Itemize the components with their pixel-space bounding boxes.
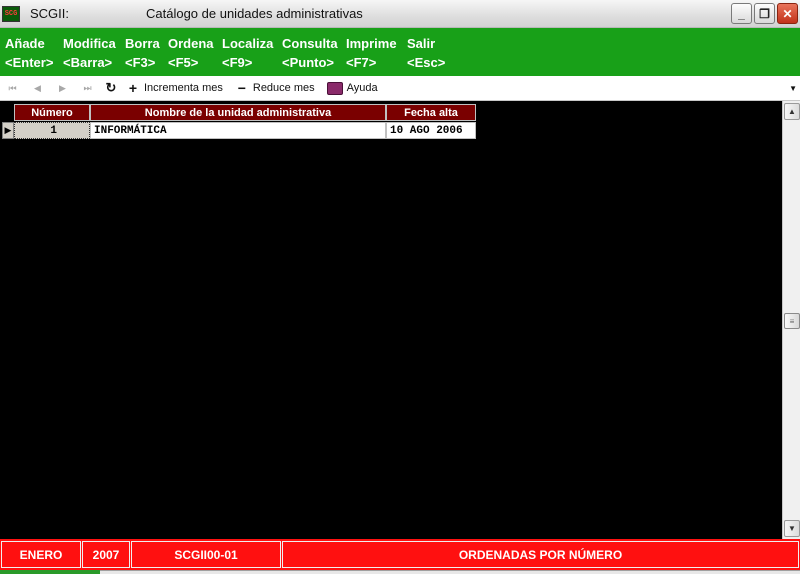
menu-label: Ordena <box>168 36 214 51</box>
menu-label: Borra <box>125 36 160 51</box>
window-controls: _ ❐ ✕ <box>731 3 798 24</box>
menu-key: <F5> <box>168 55 199 70</box>
menu-label: Consulta <box>282 36 338 51</box>
plus-icon[interactable]: + <box>126 80 140 96</box>
menu-label: Salir <box>407 36 436 51</box>
help-button[interactable]: Ayuda <box>347 82 378 94</box>
column-header-numero[interactable]: Número <box>14 104 90 121</box>
scroll-down-icon[interactable]: ▼ <box>784 520 800 537</box>
next-record-icon[interactable]: ▶ <box>50 83 75 94</box>
status-code: SCGII00-01 <box>131 541 281 568</box>
minus-icon[interactable]: − <box>235 80 249 96</box>
menu-salir[interactable]: Salir <Esc> <box>407 34 445 72</box>
menu-key: <F9> <box>222 55 253 70</box>
status-order: ORDENADAS POR NÚMERO <box>282 541 799 568</box>
menu-label: Añade <box>5 36 45 51</box>
app-name: SCGII: <box>30 6 70 21</box>
menu-modifica[interactable]: Modifica <Barra> <box>63 34 116 72</box>
menu-ordena[interactable]: Ordena <F5> <box>168 34 214 72</box>
menu-anade[interactable]: Añade <Enter> <box>5 34 53 72</box>
reduce-month-button[interactable]: Reduce mes <box>253 82 315 94</box>
minimize-button[interactable]: _ <box>731 3 752 24</box>
toolbar-dropdown-icon[interactable]: ▼ <box>789 84 797 93</box>
refresh-icon[interactable]: ↻ <box>100 80 122 96</box>
menu-consulta[interactable]: Consulta <Punto> <box>282 34 338 72</box>
bottom-strip-accent <box>0 570 100 574</box>
window-title: Catálogo de unidades administrativas <box>146 6 363 21</box>
records-grid[interactable]: Número Nombre de la unidad administrativ… <box>0 101 782 539</box>
menu-key: <F3> <box>125 55 156 70</box>
vertical-scrollbar[interactable]: ▲ ≡ ▼ <box>782 101 800 539</box>
scroll-up-icon[interactable]: ▲ <box>784 103 800 120</box>
table-cell-fecha[interactable]: 10 AGO 2006 <box>386 122 476 139</box>
menu-label: Localiza <box>222 36 274 51</box>
menu-key: <Barra> <box>63 55 113 70</box>
previous-record-icon[interactable]: ◀ <box>25 83 50 94</box>
menu-key: <Esc> <box>407 55 446 70</box>
menu-key: <F7> <box>346 55 377 70</box>
menu-label: Imprime <box>346 36 397 51</box>
scroll-thumb[interactable]: ≡ <box>784 313 800 329</box>
toolbar: ⏮ ◀ ▶ ⏭ ↻ + Incrementa mes − Reduce mes … <box>0 76 800 101</box>
menu-label: Modifica <box>63 36 116 51</box>
table-cell-nombre[interactable]: INFORMÁTICA <box>90 122 386 139</box>
column-header-nombre[interactable]: Nombre de la unidad administrativa <box>90 104 386 121</box>
help-book-icon[interactable] <box>326 81 343 95</box>
close-button[interactable]: ✕ <box>777 3 798 24</box>
increment-month-button[interactable]: Incrementa mes <box>144 82 223 94</box>
menu-key: <Punto> <box>282 55 335 70</box>
column-header-fecha[interactable]: Fecha alta <box>386 104 476 121</box>
status-month: ENERO <box>1 541 81 568</box>
menu-imprime[interactable]: Imprime <F7> <box>346 34 397 72</box>
status-year: 2007 <box>82 541 130 568</box>
restore-button[interactable]: ❐ <box>754 3 775 24</box>
title-bar: SCG SCGII: Catálogo de unidades administ… <box>0 0 800 28</box>
table-cell-numero[interactable]: 1 <box>14 122 90 139</box>
command-menu: Añade <Enter> Modifica <Barra> Borra <F3… <box>0 28 800 76</box>
last-record-icon[interactable]: ⏭ <box>75 83 100 94</box>
menu-borra[interactable]: Borra <F3> <box>125 34 160 72</box>
app-icon: SCG <box>2 5 20 22</box>
menu-localiza[interactable]: Localiza <F9> <box>222 34 273 72</box>
first-record-icon[interactable]: ⏮ <box>0 83 25 94</box>
bottom-strip <box>0 570 800 574</box>
menu-key: <Enter> <box>5 55 54 70</box>
status-bar: ENERO 2007 SCGII00-01 ORDENADAS POR NÚME… <box>0 539 800 574</box>
row-selector-icon[interactable]: ▶ <box>2 122 14 139</box>
